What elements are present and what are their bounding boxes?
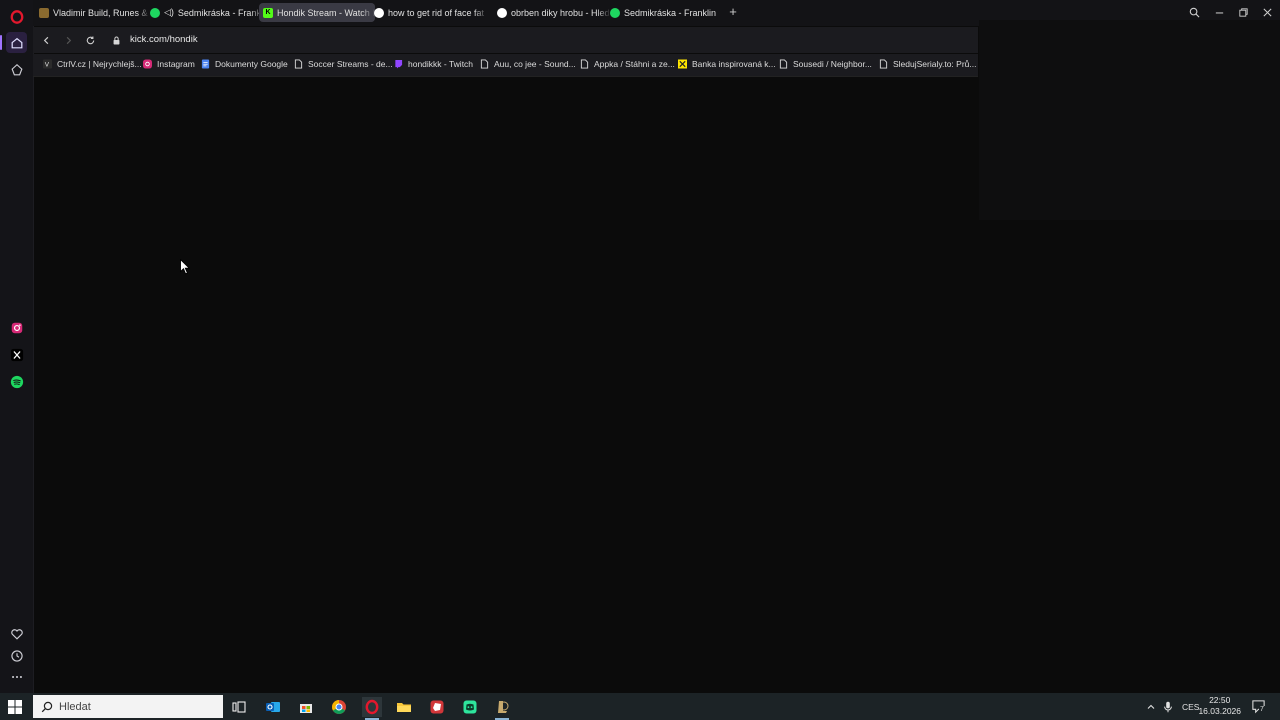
tab-sedmikraska-2[interactable]: Sedmikráska - Franklin xyxy=(606,3,724,22)
x-twitter-icon[interactable] xyxy=(6,344,27,365)
bookmark-label: Instagram xyxy=(157,59,195,69)
bookmark-soccer-streams[interactable]: Soccer Streams - de... xyxy=(294,59,393,69)
svg-text:V: V xyxy=(45,62,50,69)
system-clock[interactable]: 22:50 16.03.2026 xyxy=(1198,695,1241,717)
google-favicon-icon xyxy=(374,7,384,18)
bookmark-appka[interactable]: Appka / Stáhni a ze... xyxy=(580,59,675,69)
browser-sidebar xyxy=(0,0,34,693)
bookmark-banka[interactable]: Banka inspirovaná k... xyxy=(678,59,776,69)
taskbar-search-box[interactable]: Hledat xyxy=(33,695,223,718)
page-icon xyxy=(779,59,788,69)
bookmark-label: Dokumenty Google xyxy=(215,59,288,69)
tab-obrben-diky-hrobu[interactable]: obrben diky hrobu - Hled xyxy=(493,3,611,22)
bookmark-label: Appka / Stáhni a ze... xyxy=(594,59,675,69)
bookmark-label: CtrlV.cz | Nejrychlejš... xyxy=(57,59,142,69)
spotify-favicon-icon xyxy=(150,7,160,18)
kick-favicon-icon: K xyxy=(263,7,273,18)
taskbar: Hledat CES 22:50 16.03.2026 7 xyxy=(0,693,1280,720)
bookmark-sousedi[interactable]: Sousedi / Neighbor... xyxy=(779,59,872,69)
task-view-icon[interactable] xyxy=(229,697,249,717)
bookmark-soundcloud[interactable]: Auu, co jee - Sound... xyxy=(480,59,576,69)
forward-button[interactable] xyxy=(61,33,75,47)
spotify-favicon-icon xyxy=(610,7,620,18)
discord-icon[interactable] xyxy=(460,697,480,717)
bookmark-twitch[interactable]: hondikkk - Twitch xyxy=(394,59,473,69)
bookmark-ctrlv[interactable]: V CtrlV.cz | Nejrychlejš... xyxy=(43,59,142,69)
bookmark-label: hondikkk - Twitch xyxy=(408,59,474,69)
opera-gx-icon[interactable] xyxy=(362,697,382,720)
address-bar-row: kick.com/hondik xyxy=(33,27,978,53)
tab-face-fat[interactable]: how to get rid of face fat xyxy=(370,3,488,22)
audio-playing-icon[interactable]: ◁) xyxy=(164,7,174,18)
clock-time: 22:50 xyxy=(1209,695,1231,705)
back-button[interactable] xyxy=(39,33,53,47)
reload-button[interactable] xyxy=(83,33,97,47)
riot-client-icon[interactable] xyxy=(427,697,447,717)
history-clock-icon[interactable] xyxy=(6,645,27,666)
tab-label: how to get rid of face fat xyxy=(388,7,485,18)
opera-logo-icon[interactable] xyxy=(6,6,27,27)
ctrlv-favicon-icon: V xyxy=(43,59,52,69)
league-of-legends-icon[interactable] xyxy=(492,697,512,720)
bookmark-sledujserialy[interactable]: SledujSerialy.to: Prů... xyxy=(879,59,976,69)
google-docs-icon xyxy=(201,59,210,69)
bookmark-label: Soccer Streams - de... xyxy=(308,59,393,69)
heart-icon[interactable] xyxy=(6,623,27,644)
outlook-icon[interactable] xyxy=(263,697,283,717)
clock-date: 16.03.2026 xyxy=(1198,706,1241,716)
chrome-icon[interactable] xyxy=(329,697,349,717)
search-tabs-icon[interactable] xyxy=(1185,4,1203,20)
pinboard-icon[interactable] xyxy=(6,59,27,80)
mouse-cursor-icon xyxy=(180,259,190,275)
new-tab-button[interactable]: + xyxy=(727,5,739,18)
restore-window-icon[interactable] xyxy=(1234,4,1252,20)
tab-sedmikraska-1[interactable]: ◁) Sedmikráska - Franklin xyxy=(146,3,264,22)
instagram-icon[interactable] xyxy=(6,317,27,338)
notifications-icon[interactable]: 7 xyxy=(1251,693,1266,720)
microphone-icon[interactable] xyxy=(1163,693,1173,720)
close-window-icon[interactable] xyxy=(1258,4,1276,20)
bookmark-label: Banka inspirovaná k... xyxy=(692,59,776,69)
home-icon[interactable] xyxy=(0,32,27,53)
microsoft-store-icon[interactable] xyxy=(296,697,316,717)
tray-overflow-icon[interactable] xyxy=(1146,693,1156,720)
page-icon xyxy=(294,59,303,69)
tab-label: Sedmikráska - Franklin xyxy=(624,7,717,18)
url-field[interactable]: kick.com/hondik xyxy=(130,34,198,45)
google-favicon-icon xyxy=(497,7,507,18)
input-language-indicator[interactable]: CES xyxy=(1182,693,1199,720)
windows-start-icon[interactable] xyxy=(8,700,22,714)
lock-icon[interactable] xyxy=(109,33,123,47)
notification-count: 7 xyxy=(1259,706,1265,713)
file-explorer-icon[interactable] xyxy=(394,697,414,717)
instagram-icon xyxy=(143,59,152,69)
twitch-icon xyxy=(394,59,403,69)
page-icon xyxy=(879,59,888,69)
bookmark-label: Sousedi / Neighbor... xyxy=(793,59,872,69)
raiffeisen-bank-icon xyxy=(678,59,687,69)
bookmark-google-docs[interactable]: Dokumenty Google xyxy=(201,59,288,69)
search-placeholder: Hledat xyxy=(59,700,91,713)
more-options-icon[interactable] xyxy=(6,666,27,687)
bookmarks-bar: V CtrlV.cz | Nejrychlejš... Instagram Do… xyxy=(33,54,978,77)
tab-vladimir-build[interactable]: Vladimir Build, Runes & C xyxy=(35,3,151,22)
bookmark-instagram[interactable]: Instagram xyxy=(143,59,195,69)
page-icon xyxy=(480,59,489,69)
bookmark-label: SledujSerialy.to: Prů... xyxy=(893,59,977,69)
search-icon xyxy=(41,701,53,712)
bookmark-label: Auu, co jee - Sound... xyxy=(494,59,576,69)
minimize-icon[interactable] xyxy=(1210,4,1228,20)
tab-hondik-stream[interactable]: K Hondik Stream - Watch L xyxy=(259,3,375,22)
webcam-overlay xyxy=(979,20,1280,220)
tab-label: obrben diky hrobu - Hled xyxy=(511,7,610,18)
spotify-icon[interactable] xyxy=(6,371,27,392)
league-builds-favicon-icon xyxy=(39,7,49,18)
page-icon xyxy=(580,59,589,69)
